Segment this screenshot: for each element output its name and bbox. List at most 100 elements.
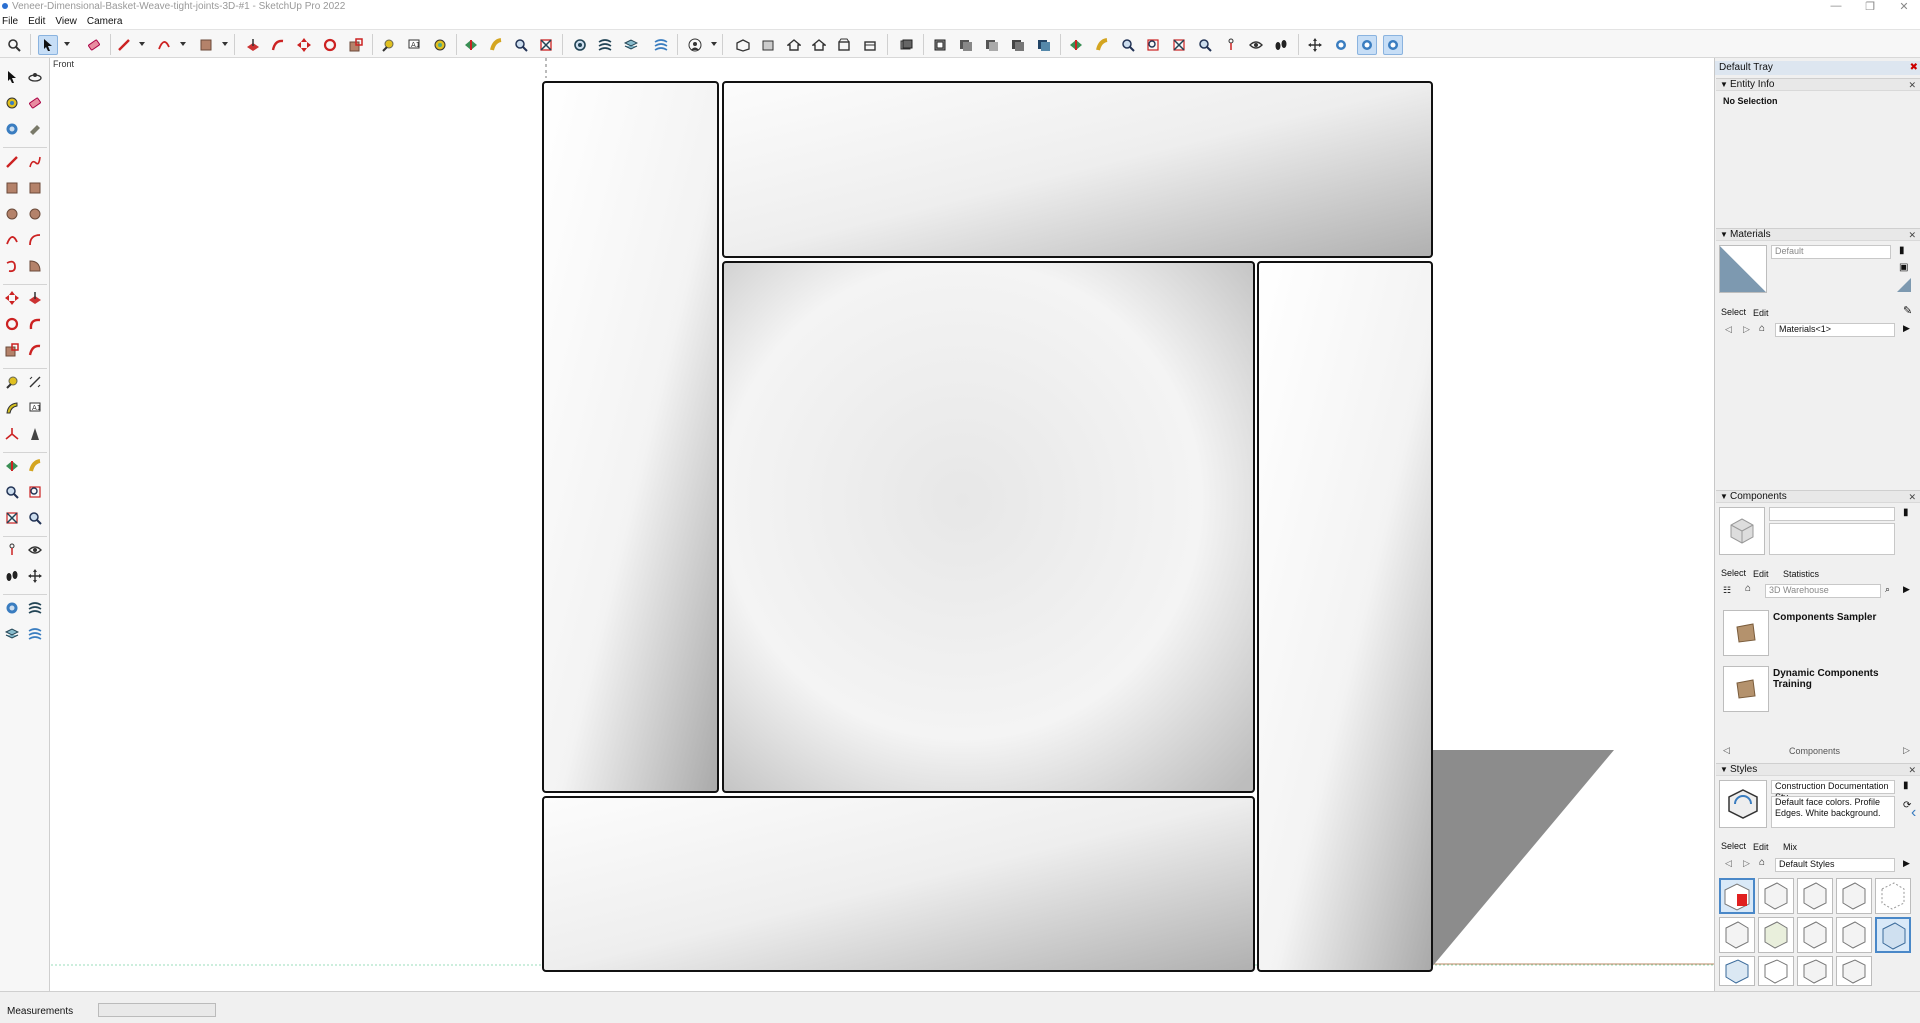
zoom-nav-icon[interactable] <box>2 482 22 502</box>
styles-tab-edit[interactable]: Edit <box>1753 842 1769 852</box>
style-swatch-12[interactable] <box>1758 956 1794 986</box>
dynamic-components-label[interactable]: Dynamic Components Training <box>1773 668 1920 690</box>
offset-tool-icon[interactable] <box>25 340 45 360</box>
xray-icon[interactable] <box>860 35 880 55</box>
rotated-rectangle-tool-icon[interactable] <box>25 178 45 198</box>
component-create-icon[interactable]: ▮ <box>1903 507 1909 518</box>
position-camera-nav-icon[interactable] <box>2 540 22 560</box>
look-around-nav-icon[interactable] <box>25 540 45 560</box>
left-view-icon[interactable] <box>834 35 854 55</box>
push-pull-tool-icon[interactable] <box>25 288 45 308</box>
paint-bucket-icon[interactable] <box>196 35 216 55</box>
components-details-icon[interactable]: ▶ <box>1903 584 1910 595</box>
hidden-line-icon[interactable] <box>930 35 950 55</box>
pan-nav-icon[interactable] <box>25 456 45 476</box>
tile-top-horizontal[interactable] <box>722 81 1433 258</box>
line-tool-icon[interactable] <box>2 152 22 172</box>
display-section-icon[interactable] <box>1271 35 1291 55</box>
minimize-icon[interactable]: — <box>1826 0 1846 12</box>
sandbox-from-scratch-icon[interactable] <box>25 598 45 618</box>
rectangle-tool-icon[interactable] <box>2 178 22 198</box>
styles-tab-select[interactable]: Select <box>1721 841 1746 851</box>
select-arrow-icon[interactable] <box>38 35 58 55</box>
pan-icon[interactable] <box>1066 35 1086 55</box>
components-home-icon[interactable]: ⌂ <box>1745 583 1751 594</box>
section-cut-icon[interactable] <box>1383 35 1403 55</box>
styles-tab-mix[interactable]: Mix <box>1783 842 1797 852</box>
follow-me-tool-icon[interactable] <box>25 314 45 334</box>
style-swatch-2[interactable] <box>1758 878 1794 914</box>
components-search-icon[interactable]: ⌕ <box>1885 584 1890 595</box>
style-swatch-3[interactable] <box>1797 878 1833 914</box>
section-fill-2-icon[interactable] <box>1357 35 1377 55</box>
style-swatch-5[interactable] <box>1875 878 1911 914</box>
lasso-tool-icon[interactable] <box>2 93 22 113</box>
walk-nav-icon[interactable] <box>2 566 22 586</box>
section-plane-icon[interactable] <box>461 35 481 55</box>
orbit-nav-icon[interactable] <box>2 456 22 476</box>
style-swatch-7[interactable] <box>1758 917 1794 953</box>
tray-close-icon[interactable]: ✖ <box>1910 61 1918 75</box>
menu-file[interactable]: File <box>2 14 18 29</box>
position-camera-icon[interactable] <box>1169 35 1189 55</box>
eraser-icon[interactable] <box>84 35 104 55</box>
circle-tool-icon[interactable] <box>2 204 22 224</box>
search-icon[interactable] <box>4 35 24 55</box>
rotate-tool-icon[interactable] <box>2 314 22 334</box>
freehand-tool-icon[interactable] <box>25 152 45 172</box>
components-header[interactable]: ▼ Components ✕ <box>1716 490 1920 503</box>
look-around-icon[interactable] <box>1195 35 1215 55</box>
zoom-icon[interactable] <box>486 35 506 55</box>
tray-collapse-icon[interactable]: ‹ <box>1911 804 1916 822</box>
subtract-icon[interactable] <box>621 35 641 55</box>
components-close-icon[interactable]: ✕ <box>1908 491 1916 503</box>
section-plane-nav-icon[interactable] <box>25 566 45 586</box>
style-create-icon[interactable]: ▮ <box>1903 780 1909 791</box>
styles-forward-icon[interactable]: ▷ <box>1743 858 1750 869</box>
sandbox-from-contours-icon[interactable] <box>2 598 22 618</box>
axes-tool-icon[interactable] <box>2 424 22 444</box>
outer-shell-icon[interactable] <box>536 35 556 55</box>
materials-close-icon[interactable]: ✕ <box>1908 229 1916 241</box>
tile-center-square[interactable] <box>722 261 1255 793</box>
materials-back-icon[interactable]: ◁ <box>1725 324 1732 335</box>
styles-header[interactable]: ▼ Styles ✕ <box>1716 763 1920 776</box>
entity-info-header[interactable]: ▼ Entity Info ✕ <box>1716 78 1920 91</box>
style-swatch-9[interactable] <box>1836 917 1872 953</box>
component-tool-icon[interactable] <box>2 119 22 139</box>
zoom-window-nav-icon[interactable] <box>25 482 45 502</box>
monochrome-icon[interactable] <box>1008 35 1028 55</box>
union-icon[interactable] <box>595 35 615 55</box>
components-tab-select[interactable]: Select <box>1721 568 1746 578</box>
smoove-icon[interactable] <box>2 624 22 644</box>
tile-right-vertical[interactable] <box>1257 261 1433 972</box>
walk-icon[interactable] <box>1221 35 1241 55</box>
materials-collection-select[interactable]: Materials<1> <box>1775 323 1895 337</box>
orbit-tool-icon[interactable] <box>25 67 45 87</box>
display-cuts-icon[interactable] <box>1305 35 1325 55</box>
previous-view-icon[interactable] <box>1143 35 1163 55</box>
menu-edit[interactable]: Edit <box>28 14 45 29</box>
style-swatch-11[interactable] <box>1719 956 1755 986</box>
arc-icon[interactable] <box>154 35 174 55</box>
dynamic-components-thumb[interactable] <box>1723 666 1769 712</box>
component-description-field[interactable] <box>1769 523 1895 555</box>
two-point-arc-tool-icon[interactable] <box>25 230 45 250</box>
shaded-icon[interactable] <box>956 35 976 55</box>
right-view-icon[interactable] <box>784 35 804 55</box>
three-point-arc-tool-icon[interactable] <box>2 256 22 276</box>
zoom-extents-2-icon[interactable] <box>1118 35 1138 55</box>
style-description-field[interactable]: Default face colors. Profile Edges. Whit… <box>1771 796 1895 828</box>
components-sampler-label[interactable]: Components Sampler <box>1773 612 1876 623</box>
eyedropper-icon[interactable]: ✎ <box>1903 304 1912 317</box>
material-default-icon[interactable] <box>1897 278 1911 292</box>
select-tool-icon[interactable] <box>2 67 22 87</box>
style-swatch-13[interactable] <box>1797 956 1833 986</box>
materials-tab-select[interactable]: Select <box>1721 307 1746 317</box>
styles-close-icon[interactable]: ✕ <box>1908 764 1916 776</box>
menu-camera[interactable]: Camera <box>87 14 123 29</box>
style-swatch-1[interactable] <box>1719 878 1755 914</box>
materials-header[interactable]: ▼ Materials ✕ <box>1716 228 1920 241</box>
text-tool-icon[interactable]: A1 <box>25 398 45 418</box>
components-search-input[interactable]: 3D Warehouse <box>1765 584 1881 598</box>
